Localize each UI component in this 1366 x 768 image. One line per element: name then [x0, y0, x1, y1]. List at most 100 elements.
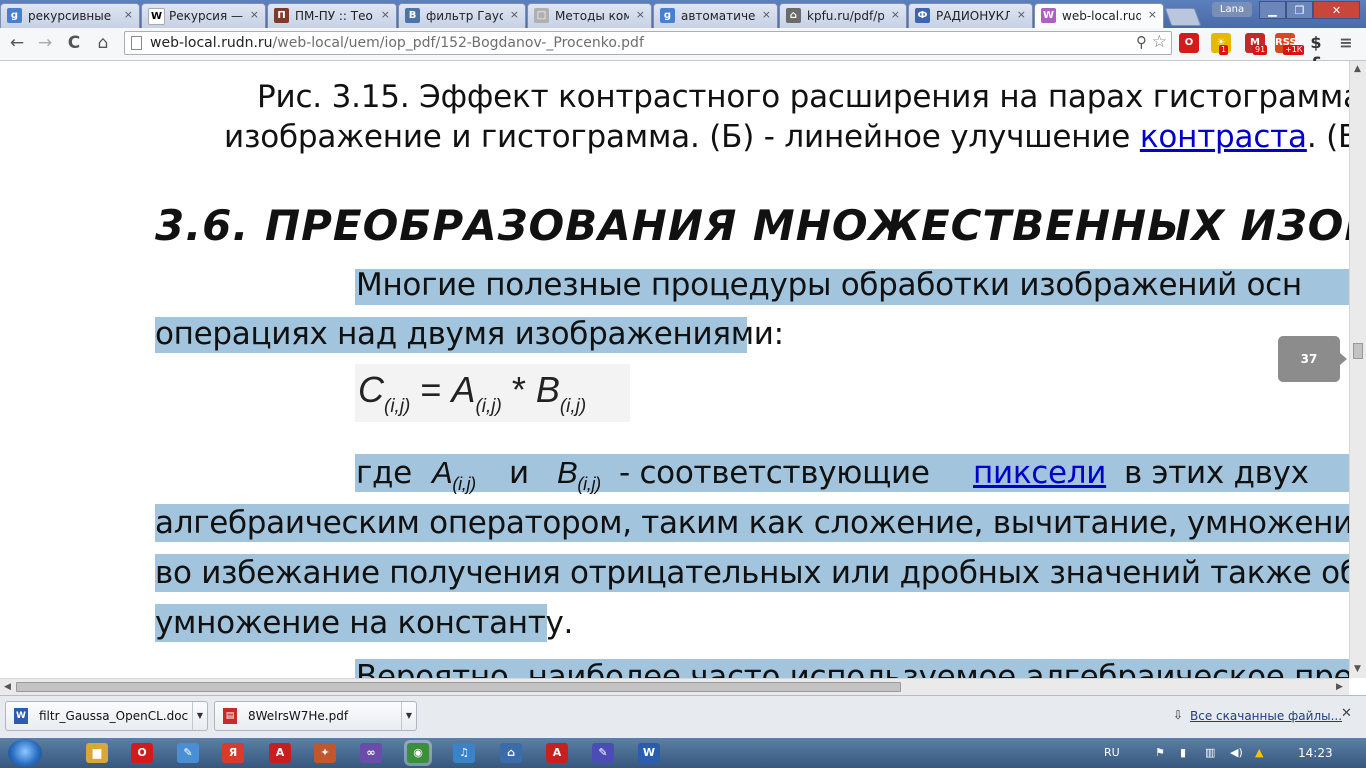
- tab-favicon-icon: □: [534, 8, 549, 23]
- clock[interactable]: 14:23: [1298, 746, 1333, 760]
- page-number-indicator: 37: [1278, 336, 1347, 382]
- address-bar[interactable]: web-local.rudn.ru/web-local/uem/iop_pdf/…: [124, 31, 1172, 55]
- para1-line2: операциях над двумя изображениями:: [155, 316, 784, 352]
- para2-line4: умножение на константу.: [155, 605, 574, 641]
- maximize-button[interactable]: ❐: [1286, 1, 1313, 19]
- horizontal-scroll-thumb[interactable]: [16, 682, 901, 692]
- formula-equals: =: [410, 369, 452, 410]
- formula-c: C: [358, 369, 384, 410]
- pixels-link[interactable]: пиксели: [973, 455, 1106, 491]
- url-text[interactable]: web-local.rudn.ru/web-local/uem/iop_pdf/…: [150, 35, 644, 51]
- browser-tab[interactable]: ⌂ kpfu.ru/pdf/p ×: [779, 3, 907, 28]
- currency-icon[interactable]: $£: [1306, 33, 1326, 72]
- visual-studio-icon[interactable]: ∞: [360, 743, 382, 763]
- download-item[interactable]: W filtr_Gaussa_OpenCL.doc ▼: [5, 701, 208, 731]
- tab-close-icon[interactable]: ×: [1017, 8, 1026, 21]
- yandex-taskbar-icon[interactable]: Я: [222, 743, 244, 763]
- contrast-link[interactable]: контраста: [1140, 119, 1307, 155]
- back-button[interactable]: ←: [6, 32, 28, 54]
- scroll-down-arrow-icon[interactable]: ▼: [1354, 664, 1361, 674]
- browser-tab[interactable]: g автоматическ ×: [653, 3, 778, 28]
- page-icon: [131, 36, 142, 50]
- extension-badge: +1К: [1283, 45, 1305, 55]
- formula-sub: (i,j): [384, 396, 411, 417]
- opera-icon[interactable]: O: [1179, 33, 1199, 53]
- vertical-scroll-thumb[interactable]: [1353, 343, 1363, 359]
- para2-line3: во избежание получения отрицательных или…: [155, 555, 1349, 591]
- para2-tail: в этих двух: [1124, 455, 1309, 491]
- browser-tab[interactable]: Вфильтр Гаусс ×: [398, 3, 526, 28]
- tab-close-icon[interactable]: ×: [510, 8, 519, 21]
- tab-favicon-icon: W: [148, 8, 165, 25]
- scroll-left-arrow-icon[interactable]: ◀: [4, 682, 11, 692]
- browser-tab[interactable]: П ПМ-ПУ :: Тео ×: [267, 3, 397, 28]
- forward-button[interactable]: →: [34, 32, 56, 54]
- formula-image: C(i,j) = A(i,j) * B(i,j): [355, 364, 630, 422]
- browser-tab[interactable]: g рекурсивные ×: [0, 3, 140, 28]
- tab-close-icon[interactable]: ×: [1148, 8, 1157, 21]
- para2-b: B(i,j): [557, 455, 601, 495]
- tab-label: ПМ-ПУ :: Тео: [295, 9, 373, 23]
- tab-favicon-icon: W: [1041, 8, 1056, 23]
- browser-tab[interactable]: □ Методы комп ×: [527, 3, 652, 28]
- url-host: web-local.rudn.ru: [150, 35, 273, 51]
- scroll-right-arrow-icon[interactable]: ▶: [1336, 682, 1343, 692]
- explorer-icon[interactable]: ▆: [86, 743, 108, 763]
- browser-tab[interactable]: W Рекурсия — В ×: [141, 3, 266, 28]
- power-icon[interactable]: ▮: [1180, 746, 1186, 759]
- download-item[interactable]: ▤ 8WeIrsW7He.pdf ▼: [214, 701, 417, 731]
- download-filename: filtr_Gaussa_OpenCL.doc: [39, 709, 189, 723]
- para2-a: A(i,j): [432, 455, 476, 495]
- all-downloads-link[interactable]: Все скачанные файлы...: [1190, 709, 1342, 723]
- flag-icon[interactable]: ⚑: [1155, 746, 1165, 759]
- word-icon[interactable]: W: [638, 743, 660, 763]
- tab-close-icon[interactable]: ×: [636, 8, 645, 21]
- pdf-app-icon[interactable]: A: [546, 743, 568, 763]
- chevron-down-icon[interactable]: ▼: [192, 702, 207, 730]
- new-tab-button[interactable]: [1164, 8, 1202, 26]
- chrome-taskbar-icon[interactable]: ◉: [407, 743, 429, 763]
- start-button[interactable]: [8, 739, 42, 767]
- formula-sub: (i,j): [559, 396, 587, 417]
- caption-text: изображение и гистограмма. (Б) - линейно…: [224, 119, 1140, 155]
- game-icon[interactable]: ✦: [314, 743, 336, 763]
- tab-close-icon[interactable]: ×: [762, 8, 771, 21]
- minimize-button[interactable]: ▁: [1259, 1, 1286, 19]
- network-app-icon[interactable]: ⌂: [500, 743, 522, 763]
- volume-icon[interactable]: ◀): [1230, 746, 1243, 759]
- browser-tab[interactable]: Ф РАДИОНУКЛ ×: [908, 3, 1033, 28]
- vertical-scrollbar[interactable]: ▲ ▼: [1349, 61, 1366, 678]
- tab-label: рекурсивные: [28, 9, 112, 23]
- tab-close-icon[interactable]: ×: [250, 8, 259, 21]
- acrobat-icon[interactable]: A: [269, 743, 291, 763]
- browser-toolbar: ← → C ⌂ web-local.rudn.ru/web-local/uem/…: [0, 28, 1366, 72]
- chevron-down-icon[interactable]: ▼: [401, 702, 416, 730]
- close-window-button[interactable]: ✕: [1313, 1, 1360, 19]
- user-badge[interactable]: Lana: [1212, 2, 1252, 17]
- para2-and: и: [509, 455, 529, 491]
- pdf-viewer[interactable]: Рис. 3.15. Эффект контрастного расширени…: [0, 61, 1349, 678]
- tab-label: РАДИОНУКЛ: [936, 9, 1010, 23]
- bookmark-star-icon[interactable]: ☆: [1152, 32, 1167, 52]
- notepad-app-icon[interactable]: ✎: [592, 743, 614, 763]
- close-download-bar-icon[interactable]: ✕: [1341, 706, 1352, 721]
- network-icon[interactable]: ▥: [1205, 746, 1215, 759]
- zoom-icon[interactable]: ⚲: [1136, 33, 1147, 51]
- tab-close-icon[interactable]: ×: [891, 8, 900, 21]
- reload-button[interactable]: C: [63, 32, 85, 54]
- tab-close-icon[interactable]: ×: [124, 8, 133, 21]
- tab-label: фильтр Гаусс: [426, 9, 503, 23]
- tools-icon[interactable]: ✎: [177, 743, 199, 763]
- menu-icon[interactable]: ≡: [1336, 33, 1356, 53]
- home-button[interactable]: ⌂: [92, 32, 114, 54]
- itunes-icon[interactable]: ♫: [453, 743, 475, 763]
- browser-tab[interactable]: Wweb-local.rud ×: [1034, 3, 1164, 29]
- tab-close-icon[interactable]: ×: [381, 8, 390, 21]
- drive-icon[interactable]: ▲: [1255, 746, 1263, 759]
- download-filename: 8WeIrsW7He.pdf: [248, 709, 349, 723]
- opera-taskbar-icon[interactable]: O: [131, 743, 153, 763]
- horizontal-scrollbar[interactable]: ◀ ▶: [0, 678, 1349, 695]
- language-indicator[interactable]: RU: [1104, 746, 1120, 759]
- para3-line1: Вероятно, наиболее часто используемое ал…: [356, 659, 1349, 678]
- scroll-up-arrow-icon[interactable]: ▲: [1354, 64, 1361, 74]
